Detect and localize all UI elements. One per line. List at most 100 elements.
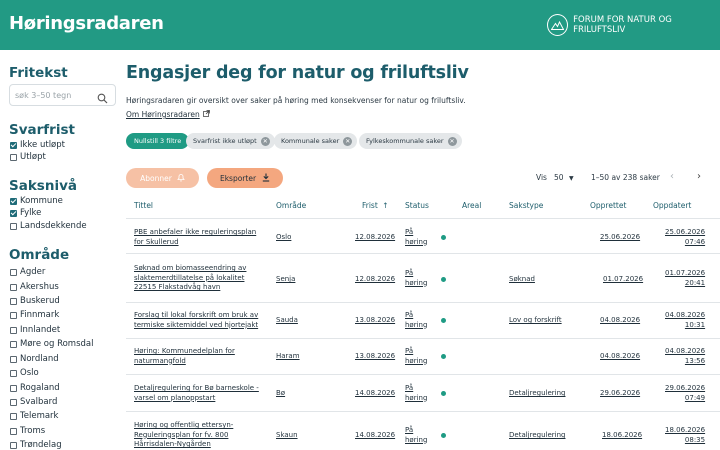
checkbox-area[interactable]	[10, 283, 17, 291]
checkbox-level-national[interactable]	[10, 222, 17, 230]
filter-area-item[interactable]: Rogaland	[10, 383, 60, 393]
column-header-status[interactable]: Status	[405, 201, 429, 210]
active-filter-chip[interactable]: Kommunale saker ✕	[274, 133, 358, 149]
checkbox-area[interactable]	[10, 355, 17, 363]
filter-area-item[interactable]: Telemark	[10, 411, 58, 421]
brand-title[interactable]: Høringsradaren	[9, 13, 164, 34]
row-created[interactable]: 04.08.2026	[600, 352, 640, 362]
row-casetype[interactable]: Detaljregulering	[509, 431, 566, 441]
checkbox-area[interactable]	[10, 412, 17, 420]
row-updated[interactable]: 25.06.2026 07:46	[665, 228, 705, 247]
row-area[interactable]: Sauda	[276, 316, 298, 326]
column-header-area[interactable]: Område	[276, 201, 306, 210]
column-header-created[interactable]: Opprettet	[590, 201, 626, 210]
per-page-select[interactable]: 50 ▼	[554, 173, 574, 182]
row-created[interactable]: 25.06.2026	[600, 233, 640, 243]
filter-deadline-expired[interactable]: Utløpt	[10, 152, 46, 162]
row-deadline[interactable]: 14.08.2026	[355, 389, 395, 399]
row-deadline[interactable]: 13.08.2026	[355, 352, 395, 362]
active-filter-chip[interactable]: Fylkeskommunale saker ✕	[359, 133, 462, 149]
column-header-title[interactable]: Tittel	[134, 201, 153, 210]
row-area[interactable]: Haram	[276, 352, 300, 362]
column-header-casetype[interactable]: Sakstype	[509, 201, 543, 210]
filter-area-item[interactable]: Troms	[10, 426, 45, 436]
checkbox-area[interactable]	[10, 384, 17, 392]
row-area[interactable]: Skaun	[276, 431, 298, 441]
checkbox-deadline-not-expired[interactable]	[10, 141, 17, 149]
checkbox-area[interactable]	[10, 427, 17, 435]
checkbox-area[interactable]	[10, 297, 17, 305]
row-updated[interactable]: 18.06.2026 08:35	[665, 426, 705, 445]
row-status[interactable]: På høring	[405, 347, 427, 366]
row-title-link[interactable]: PBE anbefaler ikke reguleringsplan for Sk…	[134, 228, 256, 247]
filter-area-item[interactable]: Nordland	[10, 354, 59, 364]
row-updated[interactable]: 04.08.2026 13:56	[665, 347, 705, 366]
filter-area-item[interactable]: Møre og Romsdal	[10, 339, 93, 349]
row-status[interactable]: På høring	[405, 228, 427, 247]
about-link[interactable]: Om Høringsradaren	[126, 110, 210, 119]
active-filter-chip[interactable]: Svarfrist ikke utløpt ✕	[186, 133, 275, 149]
close-icon[interactable]: ✕	[447, 136, 457, 146]
checkbox-area[interactable]	[10, 268, 17, 276]
row-title-link[interactable]: Forslag til lokal forskrift om bruk av te…	[134, 311, 258, 330]
checkbox-area[interactable]	[10, 441, 17, 449]
subscribe-button[interactable]: Abonner	[126, 168, 199, 188]
filter-area-item[interactable]: Trøndelag	[10, 440, 62, 450]
filter-level-municipality[interactable]: Kommune	[10, 196, 63, 206]
filter-area-item[interactable]: Agder	[10, 267, 45, 277]
previous-page-icon[interactable]: ‹	[670, 171, 674, 182]
row-status[interactable]: På høring	[405, 269, 427, 288]
row-deadline[interactable]: 12.08.2026	[355, 233, 395, 243]
column-header-updated[interactable]: Oppdatert	[653, 201, 691, 210]
next-page-icon[interactable]: ›	[697, 171, 701, 182]
filter-area-item[interactable]: Innlandet	[10, 325, 60, 335]
row-updated[interactable]: 04.08.2026 10:31	[665, 311, 705, 330]
checkbox-level-municipality[interactable]	[10, 197, 17, 205]
checkbox-area[interactable]	[10, 369, 17, 377]
row-title-link[interactable]: Detaljregulering for Bø barneskole - vars…	[134, 384, 259, 403]
checkbox-area[interactable]	[10, 340, 17, 348]
checkbox-area[interactable]	[10, 311, 17, 319]
checkbox-area[interactable]	[10, 398, 17, 406]
search-icon[interactable]	[97, 89, 108, 108]
filter-area-item[interactable]: Akershus	[10, 282, 59, 292]
row-casetype[interactable]: Lov og forskrift	[509, 316, 562, 326]
close-icon[interactable]: ✕	[260, 136, 270, 146]
search-box[interactable]	[9, 84, 116, 106]
filter-level-county[interactable]: Fylke	[10, 208, 41, 218]
row-deadline[interactable]: 13.08.2026	[355, 316, 395, 326]
row-updated[interactable]: 01.07.2026 20:41	[665, 269, 705, 288]
filter-area-item[interactable]: Svalbard	[10, 397, 57, 407]
row-status[interactable]: På høring	[405, 384, 427, 403]
row-created[interactable]: 01.07.2026	[603, 275, 643, 285]
row-updated[interactable]: 29.06.2026 07:49	[665, 384, 705, 403]
filter-area-item[interactable]: Buskerud	[10, 296, 60, 306]
checkbox-area[interactable]	[10, 326, 17, 334]
row-status[interactable]: På høring	[405, 311, 427, 330]
row-casetype[interactable]: Søknad	[509, 275, 535, 285]
row-created[interactable]: 29.06.2026	[600, 389, 640, 399]
filter-level-national[interactable]: Landsdekkende	[10, 221, 87, 231]
search-input[interactable]	[15, 89, 95, 102]
filter-area-item[interactable]: Oslo	[10, 368, 39, 378]
row-area[interactable]: Oslo	[276, 233, 291, 243]
row-created[interactable]: 04.08.2026	[600, 316, 640, 326]
column-header-region[interactable]: Areal	[462, 201, 481, 210]
forum-link[interactable]: FORUM FOR NATUR OG FRILUFTSLIV	[547, 14, 720, 36]
row-created[interactable]: 18.06.2026	[602, 431, 642, 441]
row-title-link[interactable]: Søknad om biomasseendring av slaktemerdti…	[134, 264, 246, 293]
row-deadline[interactable]: 12.08.2026	[355, 275, 395, 285]
filter-deadline-not-expired[interactable]: Ikke utløpt	[10, 140, 65, 150]
checkbox-level-county[interactable]	[10, 209, 17, 217]
row-status[interactable]: På høring	[405, 426, 427, 445]
reset-filters-button[interactable]: Nullstill 3 filtre	[126, 133, 190, 149]
column-header-deadline[interactable]: Frist ↑	[362, 201, 388, 210]
row-deadline[interactable]: 14.08.2026	[355, 431, 395, 441]
filter-area-item[interactable]: Finnmark	[10, 310, 59, 320]
row-area[interactable]: Senja	[276, 275, 295, 285]
checkbox-deadline-expired[interactable]	[10, 153, 17, 161]
close-icon[interactable]: ✕	[343, 136, 353, 146]
row-area[interactable]: Bø	[276, 389, 285, 399]
export-button[interactable]: Eksporter	[207, 168, 283, 188]
row-casetype[interactable]: Detaljregulering	[509, 389, 566, 399]
